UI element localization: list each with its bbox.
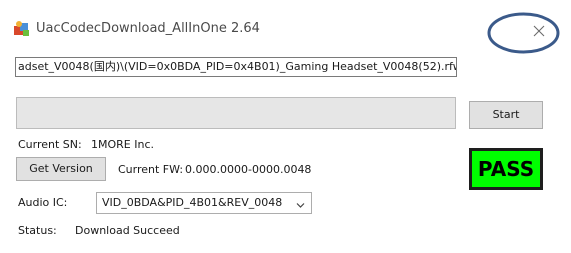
audio-ic-selected-value: VID_0BDA&PID_4B01&REV_0048 — [102, 196, 283, 209]
current-sn-value: 1MORE Inc. — [91, 138, 154, 151]
download-progress-bar — [16, 97, 456, 129]
audio-ic-label: Audio IC: — [18, 196, 68, 209]
app-tool-icon — [13, 20, 30, 37]
window-title: UacCodecDownload_AllInOne 2.64 — [36, 21, 260, 36]
close-icon — [526, 20, 552, 42]
current-fw-label: Current FW: — [118, 163, 184, 176]
status-value: Download Succeed — [75, 224, 180, 237]
get-version-button[interactable]: Get Version — [16, 157, 106, 181]
title-bar: UacCodecDownload_AllInOne 2.64 — [0, 0, 571, 54]
result-pass-text: PASS — [472, 151, 540, 187]
audio-ic-select[interactable]: VID_0BDA&PID_4B01&REV_0048 — [96, 192, 312, 214]
firmware-file-path-field[interactable]: adset_V0048(国内)\(VID=0x0BDA_PID=0x4B01)_… — [15, 57, 457, 77]
chevron-down-icon — [296, 199, 305, 208]
close-button[interactable] — [526, 20, 552, 42]
result-indicator: PASS — [469, 148, 543, 190]
current-sn-label: Current SN: — [18, 138, 82, 151]
status-label: Status: — [18, 224, 57, 237]
current-fw-value: 0.000.0000-0000.0048 — [185, 163, 312, 176]
start-button[interactable]: Start — [469, 101, 543, 129]
